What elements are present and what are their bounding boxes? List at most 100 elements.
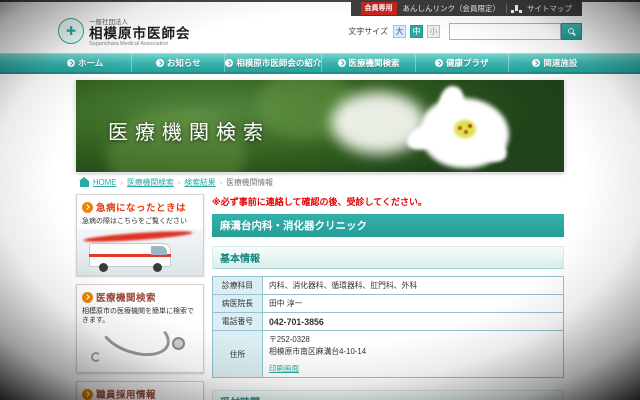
font-size-medium-button[interactable]: 中 <box>410 25 423 38</box>
header-controls: 文字サイズ 大 中 小 <box>348 23 582 40</box>
font-size-label: 文字サイズ <box>348 26 388 37</box>
nav-item-related-facilities[interactable]: 関連施設 <box>508 54 601 72</box>
pre-visit-notice: ※必ず事前に連絡して確認の後、受診してください。 <box>212 195 564 208</box>
breadcrumb-current: 医療機関情報 <box>226 177 273 188</box>
circle-arrow-icon <box>435 59 443 67</box>
row-value: 〒252-0328 相模原市南区麻溝台4-10-14 印刷画面 <box>263 331 564 378</box>
content-area: 急病になったときは 急病の際はこちらをご覧ください 医療機関検索 相模原市 <box>76 194 564 400</box>
row-label: 電話番号 <box>213 313 263 331</box>
street-address: 相模原市南区麻溝台4-10-14 <box>269 346 557 358</box>
home-icon <box>80 181 89 187</box>
banner-head: 急病になったときは <box>77 195 203 216</box>
banner-title: 職員採用情報 <box>96 387 156 400</box>
org-name-en: Sagamihara Medical Association <box>89 41 191 47</box>
ambulance-wheel <box>99 263 108 272</box>
org-type-label: 一般社団法人 <box>89 16 191 26</box>
main-column: ※必ず事前に連絡して確認の後、受診してください。 麻溝台内科・消化器クリニック … <box>212 194 564 400</box>
orange-circle-arrow-icon <box>82 389 93 400</box>
breadcrumb-separator: › <box>120 178 123 187</box>
nav-label: ホーム <box>78 57 103 69</box>
circle-arrow-icon <box>156 59 164 67</box>
font-size-large-button[interactable]: 大 <box>393 25 406 38</box>
ambulance-window <box>151 246 167 255</box>
circle-arrow-icon <box>67 59 75 67</box>
ambulance-photo <box>77 229 203 275</box>
circle-arrow-icon <box>532 59 540 67</box>
ambulance-wheel <box>153 263 162 272</box>
orange-circle-arrow-icon <box>82 292 93 303</box>
nav-label: 関連施設 <box>543 57 577 69</box>
banner-head: 職員採用情報 <box>77 382 203 400</box>
table-row-address: 住所 〒252-0328 相模原市南区麻溝台4-10-14 印刷画面 <box>213 331 564 378</box>
site-logo[interactable]: ✚ 一般社団法人 相模原市医師会 Sagamihara Medical Asso… <box>58 16 191 48</box>
banner-subtitle: 急病の際はこちらをご覧ください <box>77 216 203 229</box>
stethoscope-chestpiece <box>172 337 185 350</box>
section-basic-info: 基本情報 <box>212 246 564 269</box>
breadcrumb-medical-search[interactable]: 医療機関検索 <box>127 177 174 188</box>
org-name: 相模原市医師会 <box>89 26 191 42</box>
nav-label: 健康プラザ <box>446 57 489 69</box>
banner-head: 医療機関検索 <box>77 285 203 306</box>
basic-info-table: 診療科目 内科、消化器科、循環器科、肛門科、外科 病医院長 田中 淳一 電話番号… <box>212 276 564 378</box>
stethoscope-tube <box>95 328 176 364</box>
search-button[interactable] <box>561 23 582 40</box>
main-nav: ホーム お知らせ 相模原市医師会の紹介 医療機関検索 健康プラザ 関連施設 <box>0 53 640 74</box>
page-title: 医療機関検索 <box>108 116 270 145</box>
magnifier-icon <box>568 28 574 34</box>
clinic-name-bar: 麻溝台内科・消化器クリニック <box>212 214 564 237</box>
breadcrumb-separator: › <box>178 178 181 187</box>
sidebar: 急病になったときは 急病の際はこちらをご覧ください 医療機関検索 相模原市 <box>76 194 204 400</box>
lily-center <box>454 120 476 138</box>
anshin-link[interactable]: あんしんリンク（会員限定） <box>403 3 501 14</box>
row-label: 病医院長 <box>213 295 263 313</box>
stethoscope-earpiece <box>91 352 101 362</box>
breadcrumb-home[interactable]: HOME <box>93 178 116 187</box>
nav-item-medical-search[interactable]: 医療機関検索 <box>321 54 414 72</box>
nav-item-health-plaza[interactable]: 健康プラザ <box>415 54 508 72</box>
page: 会員専用 あんしんリンク（会員限定） サイトマップ ✚ 一般社団法人 相模原市医… <box>0 0 640 400</box>
banner-title: 医療機関検索 <box>96 290 156 304</box>
row-label: 診療科目 <box>213 277 263 295</box>
orange-circle-arrow-icon <box>82 202 93 213</box>
nav-item-home[interactable]: ホーム <box>39 54 131 72</box>
circle-arrow-icon <box>338 59 346 67</box>
breadcrumb: HOME › 医療機関検索 › 検索結果 › 医療機関情報 <box>76 172 564 192</box>
members-only-badge: 会員専用 <box>361 2 397 15</box>
utility-divider <box>506 4 507 13</box>
nav-item-about[interactable]: 相模原市医師会の紹介 <box>224 54 321 72</box>
banner-medical-search[interactable]: 医療機関検索 相模原市の医療機関を簡単に検索できます。 <box>76 284 204 373</box>
row-label: 住所 <box>213 331 263 378</box>
print-screen-link[interactable]: 印刷画面 <box>269 363 299 374</box>
utility-bar: 会員専用 あんしんリンク（会員限定） サイトマップ <box>351 0 583 16</box>
font-size-small-button[interactable]: 小 <box>427 25 440 38</box>
table-row-departments: 診療科目 内科、消化器科、循環器科、肛門科、外科 <box>213 277 564 295</box>
banner-recruitment[interactable]: 職員採用情報 看護師を募集しています。 ※詳しくはここをクリックしてください。 <box>76 381 204 400</box>
nav-label: お知らせ <box>167 57 201 69</box>
stethoscope-photo <box>77 328 203 372</box>
row-value: 内科、消化器科、循環器科、肛門科、外科 <box>263 277 564 295</box>
search-input[interactable] <box>449 23 561 40</box>
lily-stamen <box>464 130 468 134</box>
association-seal-icon: ✚ <box>58 18 84 44</box>
red-swoosh-decoration <box>83 229 193 244</box>
banner-title: 急病になったときは <box>96 200 186 214</box>
table-row-phone: 電話番号 042-701-3856 <box>213 313 564 331</box>
circle-arrow-icon <box>225 59 233 67</box>
row-value: 042-701-3856 <box>263 313 564 331</box>
site-search <box>449 23 582 40</box>
postal-code: 〒252-0328 <box>269 334 557 346</box>
banner-subtitle: 相模原市の医療機関を簡単に検索できます。 <box>77 306 203 328</box>
breadcrumb-separator: › <box>220 178 223 187</box>
breadcrumb-search-results[interactable]: 検索結果 <box>184 177 215 188</box>
row-value: 田中 淳一 <box>263 295 564 313</box>
nav-item-news[interactable]: お知らせ <box>131 54 224 72</box>
section-reception-hours: 受付時間 <box>212 390 564 400</box>
hero-banner: 医療機関検索 <box>76 80 564 172</box>
logo-text: 一般社団法人 相模原市医師会 Sagamihara Medical Associ… <box>89 16 191 48</box>
banner-emergency[interactable]: 急病になったときは 急病の際はこちらをご覧ください <box>76 194 204 276</box>
nav-label: 医療機関検索 <box>349 57 400 69</box>
main-nav-items: ホーム お知らせ 相模原市医師会の紹介 医療機関検索 健康プラザ 関連施設 <box>39 54 601 72</box>
nav-label: 相模原市医師会の紹介 <box>236 57 321 69</box>
table-row-director: 病医院長 田中 淳一 <box>213 295 564 313</box>
sitemap-link[interactable]: サイトマップ <box>527 3 572 14</box>
